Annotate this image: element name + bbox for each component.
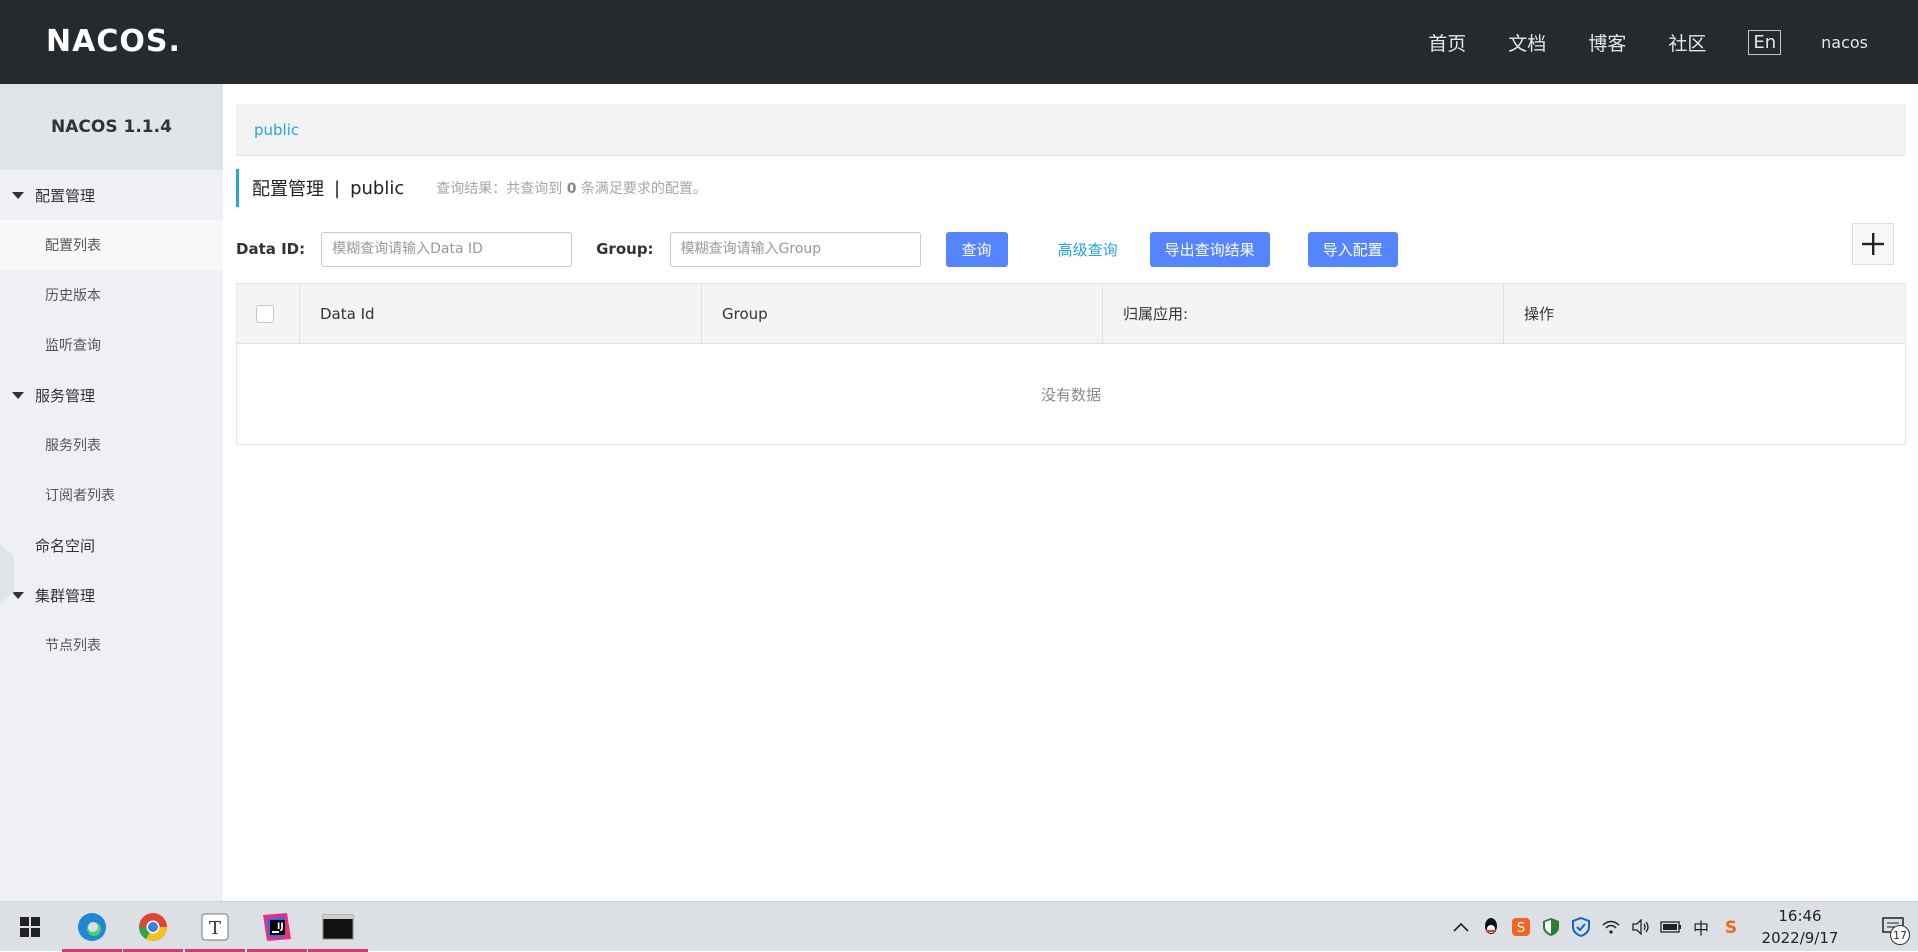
windows-taskbar: T IJ S 中 S 16:46 2022/9/17 17 <box>0 901 1918 952</box>
volume-icon[interactable] <box>1626 902 1656 952</box>
sidebar-item-namespace[interactable]: 命名空间 <box>0 520 223 570</box>
sidebar-group-cluster[interactable]: 集群管理 <box>0 570 223 620</box>
page-title: 配置管理 <box>252 179 324 200</box>
svg-text:S: S <box>1725 918 1737 937</box>
sidebar-item-node-list[interactable]: 节点列表 <box>0 620 223 670</box>
sidebar-item-subscriber-list[interactable]: 订阅者列表 <box>0 470 223 520</box>
notification-count-badge: 17 <box>1890 925 1910 945</box>
defender-shield-icon[interactable] <box>1566 902 1596 952</box>
svg-text:T: T <box>209 918 221 939</box>
clock-time: 16:46 <box>1778 907 1822 925</box>
export-results-button[interactable]: 导出查询结果 <box>1149 231 1270 267</box>
query-info-prefix: 查询结果：共查询到 <box>436 181 563 197</box>
query-button[interactable]: 查询 <box>945 231 1008 267</box>
import-config-button[interactable]: 导入配置 <box>1307 231 1398 267</box>
column-group[interactable]: Group <box>702 284 1103 343</box>
sidebar-title: NACOS 1.1.4 <box>0 84 223 170</box>
plus-icon <box>1862 233 1884 255</box>
chevron-up-icon[interactable] <box>1446 902 1476 952</box>
filter-bar: Data ID: Group: 查询 高级查询 导出查询结果 导入配置 <box>236 219 1906 279</box>
namespace-bar: public <box>236 104 1906 156</box>
security-shield-icon[interactable] <box>1536 902 1566 952</box>
page-namespace: public <box>350 177 405 199</box>
column-data-id[interactable]: Data Id <box>300 284 702 343</box>
select-all-checkbox[interactable] <box>256 304 274 323</box>
caret-down-icon <box>12 191 24 199</box>
sogou-icon[interactable]: S <box>1506 902 1536 952</box>
query-result-info: 查询结果：共查询到 0 条满足要求的配置。 <box>436 178 707 198</box>
language-toggle-button[interactable]: En <box>1748 29 1782 55</box>
sidebar-group-config[interactable]: 配置管理 <box>0 170 223 220</box>
sogou-input-icon[interactable]: S <box>1716 902 1746 952</box>
query-count: 0 <box>566 181 577 197</box>
system-tray: S 中 S 16:46 2022/9/17 17 <box>1446 902 1918 952</box>
chrome-icon[interactable] <box>123 902 183 952</box>
table-empty-state: 没有数据 <box>1040 385 1101 404</box>
sidebar-group-service[interactable]: 服务管理 <box>0 370 223 420</box>
ime-indicator[interactable]: 中 <box>1686 902 1716 952</box>
edge-icon[interactable] <box>62 902 122 952</box>
column-actions: 操作 <box>1524 305 1555 323</box>
sidebar-group-label: 配置管理 <box>35 186 96 205</box>
intellij-icon[interactable]: IJ <box>247 902 307 952</box>
top-header: NACOS. 首页 文档 博客 社区 En nacos <box>0 0 1918 84</box>
group-input[interactable] <box>669 231 921 267</box>
sidebar-item-listener-query[interactable]: 监听查询 <box>0 320 223 370</box>
notification-center-button[interactable]: 17 <box>1868 902 1918 952</box>
page-header: 配置管理 | public 查询结果：共查询到 0 条满足要求的配置。 <box>236 169 1906 207</box>
advanced-query-link[interactable]: 高级查询 <box>1058 239 1118 260</box>
nacos-logo[interactable]: NACOS. <box>46 24 181 59</box>
nav-docs[interactable]: 文档 <box>1508 29 1546 56</box>
title-separator: | <box>334 177 341 199</box>
system-clock[interactable]: 16:46 2022/9/17 <box>1754 905 1846 949</box>
nav-blog[interactable]: 博客 <box>1588 29 1626 56</box>
top-nav: 首页 文档 博客 社区 En nacos <box>1428 0 1918 84</box>
user-name[interactable]: nacos <box>1821 33 1868 52</box>
namespace-tab-public[interactable]: public <box>254 121 299 139</box>
main-content: public 配置管理 | public 查询结果：共查询到 0 条满足要求的配… <box>236 104 1906 445</box>
nav-home[interactable]: 首页 <box>1428 29 1466 56</box>
terminal-icon[interactable] <box>308 902 368 952</box>
column-app[interactable]: 归属应用: <box>1103 284 1504 343</box>
svg-text:S: S <box>1517 921 1525 936</box>
data-id-label: Data ID: <box>236 240 306 258</box>
sidebar-item-service-list[interactable]: 服务列表 <box>0 420 223 470</box>
config-table: Data Id Group 归属应用: 操作 没有数据 <box>236 283 1906 445</box>
query-info-suffix: 条满足要求的配置。 <box>580 181 707 197</box>
sidebar-group-label: 服务管理 <box>35 386 96 405</box>
battery-icon[interactable] <box>1656 902 1686 952</box>
clock-date: 2022/9/17 <box>1761 929 1839 947</box>
wifi-icon[interactable] <box>1596 902 1626 952</box>
caret-down-icon <box>12 591 24 599</box>
data-id-input[interactable] <box>321 231 573 267</box>
caret-down-icon <box>12 391 24 399</box>
qq-icon[interactable] <box>1476 902 1506 952</box>
add-config-button[interactable] <box>1852 223 1894 265</box>
table-header: Data Id Group 归属应用: 操作 <box>237 284 1905 344</box>
start-icon[interactable] <box>0 902 60 952</box>
group-label: Group: <box>596 240 654 258</box>
sidebar-group-label: 集群管理 <box>35 586 96 605</box>
sidebar-item-config-list[interactable]: 配置列表 <box>0 220 223 270</box>
sidebar-item-history[interactable]: 历史版本 <box>0 270 223 320</box>
nav-community[interactable]: 社区 <box>1668 29 1706 56</box>
typora-icon[interactable]: T <box>185 902 245 952</box>
svg-text:IJ: IJ <box>277 922 284 932</box>
sidebar: NACOS 1.1.4 配置管理 配置列表 历史版本 监听查询 服务管理 服务列… <box>0 84 223 901</box>
select-all-cell <box>237 284 300 343</box>
